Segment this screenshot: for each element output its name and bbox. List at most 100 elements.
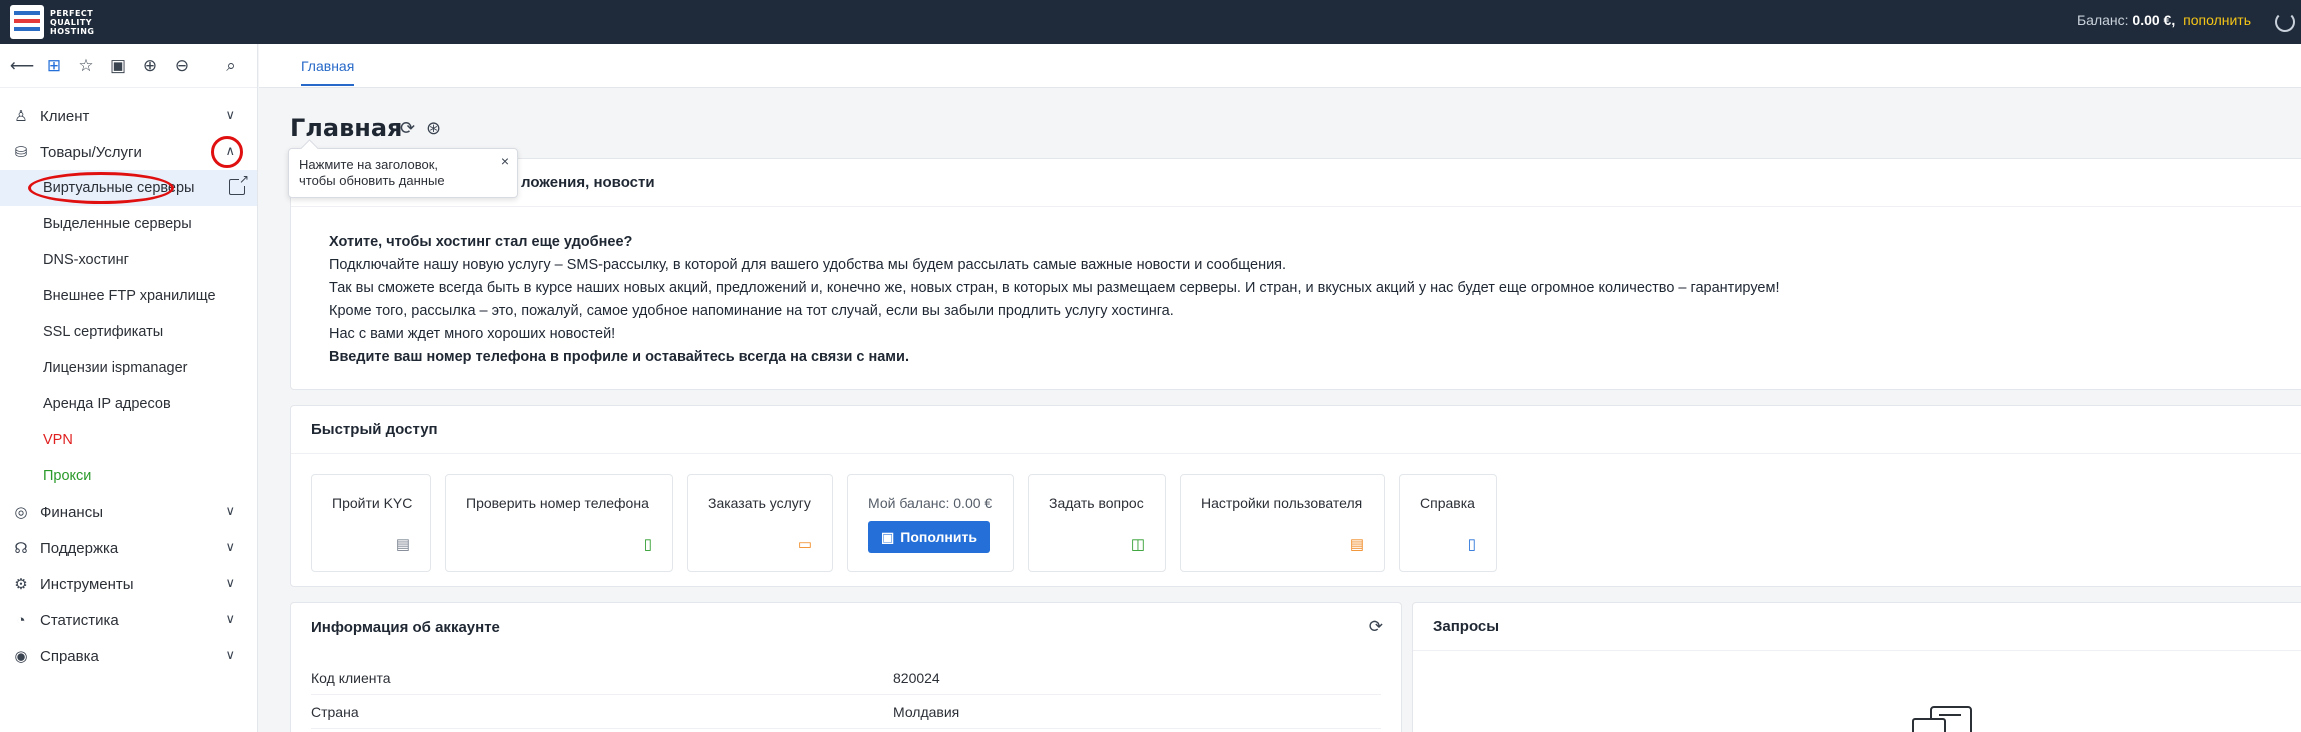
balance-display: Баланс: 0.00 €, пополнить [2077,12,2251,28]
card-title: Быстрый доступ [311,421,438,438]
refresh-icon[interactable]: ⟳ [400,118,415,139]
account-info-card: Информация об аккаунте ⟳ Код клиента 820… [290,602,1402,732]
tab-bar: Главная [259,44,2301,88]
sidebar-toolbar: ⟵ ⊞ ☆ ▣ ⊕ ⊖ ⌕ [0,44,257,88]
briefcase-icon[interactable]: ▣ [104,52,132,80]
document-icon: ▯ [1467,536,1476,553]
sidebar: ⟵ ⊞ ☆ ▣ ⊕ ⊖ ⌕ ♙ Клиент ∨ ⛁ Товары/Услуги… [0,44,258,732]
tooltip: Нажмите на заголовок, чтобы обновить дан… [288,148,518,198]
chat-icon: ◫ [1130,536,1145,553]
requests-card: Запросы [1412,602,2301,732]
news-line: Так вы сможете всегда быть в курсе наших… [329,280,1780,296]
sidebar-subitem-dns-hosting[interactable]: DNS-хостинг [0,242,257,278]
globe-icon[interactable]: ⊛ [426,118,441,139]
tile-user-settings[interactable]: Настройки пользователя ▤ [1180,474,1385,572]
settings-card-icon: ▤ [1349,536,1364,553]
tree-icon[interactable]: ⊞ [40,52,68,80]
news-card-header[interactable]: ложения, новости [291,159,2301,207]
sidebar-item-tools[interactable]: ⚙ Инструменты ∨ [0,566,257,602]
close-icon[interactable]: × [501,153,509,169]
chevron-down-icon[interactable]: ∨ [225,107,235,123]
topup-button-label: Пополнить [900,529,977,545]
sidebar-item-support[interactable]: ☊ Поддержка ∨ [0,530,257,566]
star-icon[interactable]: ☆ [72,52,100,80]
sidebar-item-help[interactable]: ◉ Справка ∨ [0,638,257,674]
tile-label: Мой баланс: 0.00 € [868,495,993,511]
sidebar-subitem-virtual-servers[interactable]: Виртуальные серверы [0,170,257,206]
chevron-down-icon[interactable]: ∨ [225,575,235,591]
sidebar-item-label: Товары/Услуги [40,143,142,161]
refresh-icon[interactable] [2275,12,2295,32]
top-bar: PERFECT QUALITY HOSTING Баланс: 0.00 €, … [0,0,2301,44]
sidebar-subitem-vpn[interactable]: VPN [0,422,257,458]
sidebar-item-label: Статистика [40,611,119,629]
coins-icon: ◎ [14,504,28,521]
chart-icon: ◔ [16,611,26,629]
sidebar-item-label: Финансы [40,503,103,521]
id-card-icon: ▤ [395,536,410,553]
chevron-down-icon[interactable]: ∨ [225,503,235,519]
plus-circle-icon[interactable]: ⊕ [136,52,164,80]
sidebar-item-client[interactable]: ♙ Клиент ∨ [0,98,257,134]
tile-kyc[interactable]: Пройти KYC ▤ [311,474,431,572]
back-arrow-icon[interactable]: ⟵ [8,52,36,80]
user-icon: ♙ [14,108,28,125]
tile-check-phone[interactable]: Проверить номер телефона ▯ [445,474,673,572]
page-title[interactable]: Главная [290,114,402,142]
quick-access-header: Быстрый доступ [291,406,2301,454]
card-title: Информация об аккаунте [311,618,500,636]
chevron-down-icon[interactable]: ∨ [225,539,235,555]
sidebar-item-label: VPN [43,432,73,448]
tile-label: Пройти KYC [332,495,413,511]
tile-order-service[interactable]: Заказать услугу ▭ [687,474,833,572]
external-link-icon[interactable] [229,172,249,195]
sidebar-subitem-ispmanager[interactable]: Лицензии ispmanager [0,350,257,386]
search-icon[interactable]: ⌕ [217,52,245,80]
sidebar-subitem-proxy[interactable]: Прокси [0,458,257,494]
account-key: Код клиента [311,669,391,686]
chevron-down-icon[interactable]: ∨ [225,611,235,627]
logo[interactable]: PERFECT QUALITY HOSTING [10,5,94,39]
quick-access-card: Быстрый доступ Пройти KYC ▤ Проверить но… [290,405,2301,587]
sidebar-subitem-dedicated-servers[interactable]: Выделенные серверы [0,206,257,242]
sidebar-subitem-ip-rent[interactable]: Аренда IP адресов [0,386,257,422]
sidebar-item-label: Поддержка [40,539,119,557]
sidebar-item-label: Аренда IP адресов [43,396,171,412]
requests-header: Запросы [1413,603,2301,651]
empty-requests-illustration-icon [1912,706,1972,732]
sidebar-item-statistics[interactable]: ◔ Статистика ∨ [0,602,257,638]
bag-icon: ▭ [797,536,812,553]
sidebar-item-finance[interactable]: ◎ Финансы ∨ [0,494,257,530]
logo-mark-icon [10,5,44,39]
tile-label: Задать вопрос [1049,495,1144,511]
news-line: Хотите, чтобы хостинг стал еще удобнее? [329,234,633,250]
refresh-icon[interactable]: ⟳ [1369,617,1383,637]
lifebuoy-icon: ◉ [14,648,28,665]
tab-home[interactable]: Главная [301,58,355,86]
table-row: Страна Молдавия [311,695,1381,729]
tile-ask-question[interactable]: Задать вопрос ◫ [1028,474,1166,572]
annotation-ellipse [28,172,174,204]
sidebar-item-label: Выделенные серверы [43,216,192,232]
sidebar-subitem-ssl[interactable]: SSL сертификаты [0,314,257,350]
phone-check-icon: ▯ [643,536,652,553]
annotation-circle [211,136,243,168]
news-card: ложения, новости Хотите, чтобы хостинг с… [290,158,2301,390]
card-title: Запросы [1433,618,1500,635]
topup-link[interactable]: пополнить [2183,12,2251,28]
sidebar-item-products[interactable]: ⛁ Товары/Услуги ∧ [0,134,257,170]
tile-label: Заказать услугу [708,495,811,511]
sidebar-subitem-ftp-storage[interactable]: Внешнее FTP хранилище [0,278,257,314]
topup-button[interactable]: ▣ Пополнить [868,521,990,553]
news-line: Кроме того, рассылка – это, пожалуй, сам… [329,303,1174,319]
sidebar-item-label: Инструменты [40,575,134,593]
minus-circle-icon[interactable]: ⊖ [168,52,196,80]
table-row: Код клиента 820024 [311,661,1381,695]
quick-access-tiles: Пройти KYC ▤ Проверить номер телефона ▯ … [311,474,1497,572]
tooltip-line: Нажмите на заголовок, [299,157,439,172]
sidebar-item-label: Лицензии ispmanager [43,360,188,376]
balance-value: 0.00 €, [2132,12,2176,28]
chevron-down-icon[interactable]: ∨ [225,647,235,663]
news-line: Подключайте нашу новую услугу – SMS-расс… [329,257,1287,273]
tile-help[interactable]: Справка ▯ [1399,474,1497,572]
